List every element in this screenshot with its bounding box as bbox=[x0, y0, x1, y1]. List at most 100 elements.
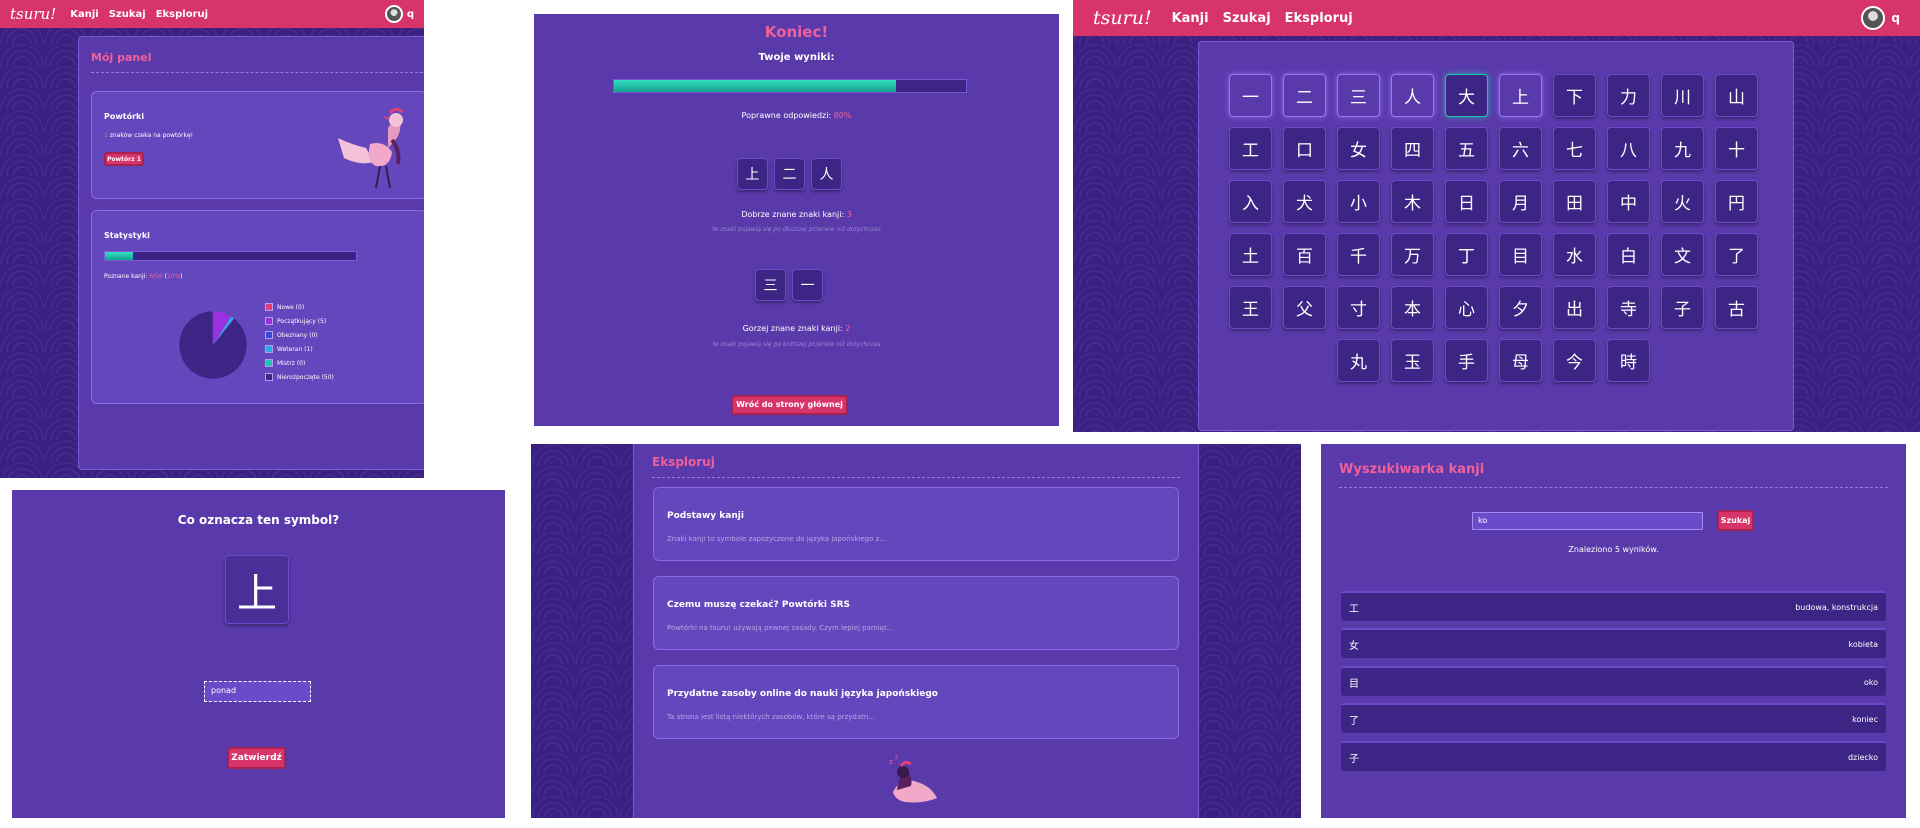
kanji-tile[interactable]: 七 bbox=[1553, 127, 1596, 170]
kanji-tile[interactable]: 火 bbox=[1661, 180, 1704, 223]
avatar[interactable] bbox=[384, 5, 403, 23]
kanji-tile[interactable]: 白 bbox=[1607, 233, 1650, 276]
logo[interactable]: tsuru! bbox=[1093, 7, 1152, 29]
kanji-tile[interactable]: 子 bbox=[1661, 286, 1704, 329]
kanji-tile[interactable]: 中 bbox=[1607, 180, 1650, 223]
nav-search[interactable]: Szukaj bbox=[1223, 11, 1271, 26]
nav-kanji[interactable]: Kanji bbox=[1172, 11, 1209, 26]
back-home-button[interactable]: Wróć do strony głównej bbox=[731, 395, 848, 415]
nav-explore[interactable]: Eksploruj bbox=[1285, 11, 1353, 26]
kanji-tile[interactable]: 力 bbox=[1607, 74, 1650, 117]
legend-item: Mistrz (0) bbox=[265, 359, 334, 367]
stats-heading: Statystyki bbox=[104, 231, 150, 240]
kanji-tile[interactable]: 木 bbox=[1391, 180, 1434, 223]
kanji-tile[interactable]: 十 bbox=[1715, 127, 1758, 170]
kanji-tile[interactable]: 丸 bbox=[1337, 339, 1380, 382]
username[interactable]: q bbox=[1891, 11, 1900, 25]
kanji-tile[interactable]: 今 bbox=[1553, 339, 1596, 382]
kanji-tile[interactable]: 玉 bbox=[1391, 339, 1434, 382]
result-kanji: 子 bbox=[1349, 753, 1359, 765]
search-button[interactable]: Szukaj bbox=[1717, 510, 1754, 531]
kanji-tile[interactable]: 山 bbox=[1715, 74, 1758, 117]
bad-kanji-tile[interactable]: 三 bbox=[755, 269, 786, 301]
explore-title: Eksploruj bbox=[652, 455, 1180, 478]
kanji-tile[interactable]: 丁 bbox=[1445, 233, 1488, 276]
kanji-tile[interactable]: 百 bbox=[1283, 233, 1326, 276]
kanji-tile[interactable]: 八 bbox=[1607, 127, 1650, 170]
kanji-tile[interactable]: 円 bbox=[1715, 180, 1758, 223]
kanji-tile[interactable]: 田 bbox=[1553, 180, 1596, 223]
kanji-tile[interactable]: 母 bbox=[1499, 339, 1542, 382]
kanji-tile[interactable]: 心 bbox=[1445, 286, 1488, 329]
kanji-tile[interactable]: 本 bbox=[1391, 286, 1434, 329]
answer-input[interactable]: ponad bbox=[204, 681, 311, 702]
kanji-tile[interactable]: 六 bbox=[1499, 127, 1542, 170]
kanji-tile[interactable]: 大 bbox=[1445, 74, 1488, 117]
good-kanji-tile[interactable]: 上 bbox=[737, 158, 768, 190]
kanji-tile[interactable]: 了 bbox=[1715, 233, 1758, 276]
kanji-tile[interactable]: 日 bbox=[1445, 180, 1488, 223]
kanji-tile[interactable]: 下 bbox=[1553, 74, 1596, 117]
sleeping-crane-icon: z z bbox=[889, 754, 937, 803]
good-kanji-tile[interactable]: 人 bbox=[811, 158, 842, 190]
search-result-row[interactable]: 了 koniec bbox=[1341, 703, 1886, 733]
kanji-tile[interactable]: 文 bbox=[1661, 233, 1704, 276]
kanji-tile[interactable]: 水 bbox=[1553, 233, 1596, 276]
kanji-tile[interactable]: 三 bbox=[1337, 74, 1380, 117]
article-card[interactable]: Przydatne zasoby online do nauki języka … bbox=[653, 665, 1179, 739]
kanji-tile[interactable]: 出 bbox=[1553, 286, 1596, 329]
review-button[interactable]: Powtórz 1 bbox=[104, 152, 144, 166]
submit-button[interactable]: Zatwierdź bbox=[227, 747, 286, 769]
kanji-tile[interactable]: 九 bbox=[1661, 127, 1704, 170]
kanji-tile[interactable]: 寺 bbox=[1607, 286, 1650, 329]
username[interactable]: q bbox=[407, 9, 414, 20]
kanji-tile[interactable]: 犬 bbox=[1283, 180, 1326, 223]
kanji-tile[interactable]: 工 bbox=[1229, 127, 1272, 170]
kanji-tile[interactable]: 五 bbox=[1445, 127, 1488, 170]
search-result-row[interactable]: 女 kobieta bbox=[1341, 628, 1886, 658]
kanji-tile[interactable]: 小 bbox=[1337, 180, 1380, 223]
result-kanji: 了 bbox=[1349, 715, 1359, 727]
kanji-tile[interactable]: 夕 bbox=[1499, 286, 1542, 329]
kanji-tile[interactable]: 万 bbox=[1391, 233, 1434, 276]
kanji-tile[interactable]: 口 bbox=[1283, 127, 1326, 170]
kanji-tile[interactable]: 女 bbox=[1337, 127, 1380, 170]
kanji-tile[interactable]: 四 bbox=[1391, 127, 1434, 170]
search-input[interactable]: ko bbox=[1472, 512, 1703, 530]
search-screenshot: Wyszukiwarka kanji ko Szukaj Znaleziono … bbox=[1321, 444, 1906, 818]
nav-explore[interactable]: Eksploruj bbox=[156, 9, 208, 20]
kanji-tile[interactable]: 入 bbox=[1229, 180, 1272, 223]
kanji-tile[interactable]: 上 bbox=[1499, 74, 1542, 117]
article-card[interactable]: Podstawy kanji Znaki kanji to symbole za… bbox=[653, 487, 1179, 561]
kanji-tile[interactable]: 手 bbox=[1445, 339, 1488, 382]
good-kanji-tile[interactable]: 二 bbox=[774, 158, 805, 190]
kanji-tile[interactable]: 一 bbox=[1229, 74, 1272, 117]
stats-card: Statystyki Poznane kanji: 6/56 (10%) Now… bbox=[91, 210, 424, 404]
kanji-tile[interactable]: 父 bbox=[1283, 286, 1326, 329]
kanji-grid-panel: 一二三人大上下力川山工口女四五六七八九十入犬小木日月田中火円土百千万丁目水白文了… bbox=[1198, 41, 1794, 431]
article-card[interactable]: Czemu muszę czekać? Powtórki SRS Powtórk… bbox=[653, 576, 1179, 650]
kanji-tile[interactable]: 川 bbox=[1661, 74, 1704, 117]
article-title[interactable]: Przydatne zasoby online do nauki języka … bbox=[667, 689, 938, 699]
nav-kanji[interactable]: Kanji bbox=[70, 9, 98, 20]
kanji-tile[interactable]: 目 bbox=[1499, 233, 1542, 276]
kanji-tile[interactable]: 土 bbox=[1229, 233, 1272, 276]
nav-search[interactable]: Szukaj bbox=[109, 9, 146, 20]
search-result-row[interactable]: 子 dziecko bbox=[1341, 741, 1886, 771]
kanji-tile[interactable]: 寸 bbox=[1337, 286, 1380, 329]
kanji-tile[interactable]: 月 bbox=[1499, 180, 1542, 223]
article-title[interactable]: Czemu muszę czekać? Powtórki SRS bbox=[667, 600, 850, 610]
avatar[interactable] bbox=[1861, 6, 1886, 30]
kanji-tile[interactable]: 王 bbox=[1229, 286, 1272, 329]
kanji-tile[interactable]: 二 bbox=[1283, 74, 1326, 117]
bad-kanji-tile[interactable]: 一 bbox=[792, 269, 823, 301]
kanji-tile[interactable]: 時 bbox=[1607, 339, 1650, 382]
logo[interactable]: tsuru! bbox=[10, 5, 56, 23]
search-result-row[interactable]: 目 oko bbox=[1341, 666, 1886, 696]
kanji-tile[interactable]: 人 bbox=[1391, 74, 1434, 117]
kanji-tile[interactable]: 古 bbox=[1715, 286, 1758, 329]
reviews-text: 1 znaków czeka na powtórkę! bbox=[104, 132, 194, 139]
kanji-tile[interactable]: 千 bbox=[1337, 233, 1380, 276]
article-title[interactable]: Podstawy kanji bbox=[667, 511, 744, 521]
search-result-row[interactable]: 工 budowa, konstrukcja bbox=[1341, 591, 1886, 621]
